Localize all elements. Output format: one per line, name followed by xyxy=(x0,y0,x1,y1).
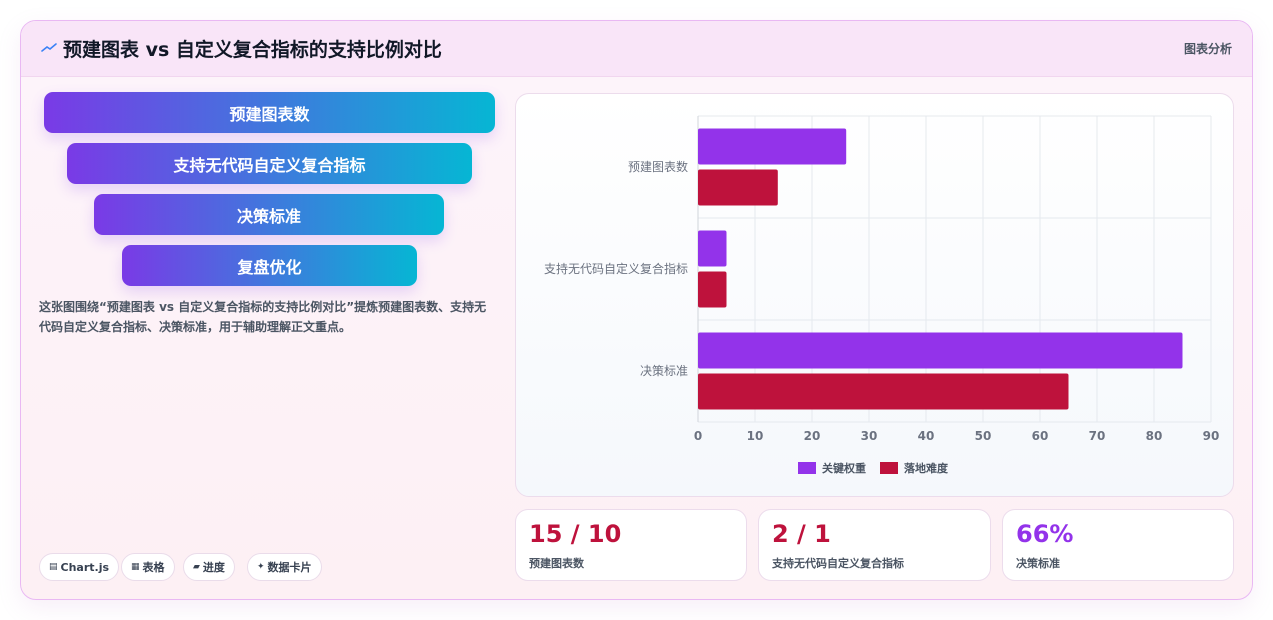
x-tick-label: 50 xyxy=(975,429,992,443)
x-tick-label: 60 xyxy=(1032,429,1049,443)
progress-icon: ▰ xyxy=(193,562,200,572)
x-tick-label: 20 xyxy=(804,429,821,443)
x-tick-label: 30 xyxy=(861,429,878,443)
card-header: 预建图表 vs 自定义复合指标的支持比例对比 图表分析 xyxy=(21,21,1252,77)
trend-line-icon xyxy=(41,43,57,52)
category-tick-label: 预建图表数 xyxy=(628,159,688,174)
chip-table[interactable]: ▦ 表格 xyxy=(121,553,175,581)
legend-swatch xyxy=(880,462,898,474)
chart-card: 预建图表数支持无代码自定义复合指标决策标准 0 10 20 30 40 50 60 70 80 90… xyxy=(515,93,1234,497)
chip-progress[interactable]: ▰ 进度 xyxy=(183,553,235,581)
x-tick-label: 80 xyxy=(1146,429,1163,443)
x-tick-label: 10 xyxy=(747,429,764,443)
bar-weight xyxy=(698,128,847,165)
dashboard-card: 预建图表 vs 自定义复合指标的支持比例对比 图表分析 预建图表数 支持无代码自… xyxy=(20,20,1253,600)
x-tick-label: 0 xyxy=(694,429,702,443)
category-tick-label: 支持无代码自定义复合指标 xyxy=(544,261,688,276)
chip-label: Chart.js xyxy=(60,560,110,574)
bar-difficulty xyxy=(698,169,778,206)
bar-difficulty xyxy=(698,373,1069,410)
bar-chart: 预建图表数支持无代码自定义复合指标决策标准 0 10 20 30 40 50 60 70 80 90… xyxy=(544,115,1220,475)
chart-icon: ▤ xyxy=(49,562,58,572)
funnel-step-2: 支持无代码自定义复合指标 xyxy=(67,143,472,184)
bar-difficulty xyxy=(698,271,727,308)
bar-weight xyxy=(698,230,727,267)
legend-label: 落地难度 xyxy=(904,461,949,475)
stat-label: 支持无代码自定义复合指标 xyxy=(772,557,904,570)
stat-value: 15 / 10 xyxy=(529,520,622,548)
table-icon: ▦ xyxy=(131,562,140,572)
chip-data-card[interactable]: ✦ 数据卡片 xyxy=(247,553,322,581)
funnel-step-1: 预建图表数 xyxy=(44,92,495,133)
x-tick-label: 40 xyxy=(918,429,935,443)
funnel-step-3: 决策标准 xyxy=(94,194,444,235)
legend-label: 关键权重 xyxy=(822,461,866,475)
bar-weight xyxy=(698,332,1183,369)
stat-card-3: 66% 决策标准 xyxy=(1002,509,1234,581)
category-tick-label: 决策标准 xyxy=(640,364,688,378)
chip-label: 进度 xyxy=(202,561,225,574)
x-tick-label: 70 xyxy=(1089,429,1106,443)
chip-chartjs[interactable]: ▤ Chart.js xyxy=(39,553,120,581)
stat-card-1: 15 / 10 预建图表数 xyxy=(515,509,747,581)
legend-swatch xyxy=(798,462,816,474)
stat-label: 决策标准 xyxy=(1016,557,1060,570)
page-title: 预建图表 vs 自定义复合指标的支持比例对比 xyxy=(63,39,442,61)
x-tick-label: 90 xyxy=(1203,429,1220,443)
sparkle-icon: ✦ xyxy=(257,562,265,572)
stat-value: 2 / 1 xyxy=(772,520,831,548)
stat-card-2: 2 / 1 支持无代码自定义复合指标 xyxy=(758,509,991,581)
chip-label: 数据卡片 xyxy=(267,561,312,574)
chip-label: 表格 xyxy=(142,561,165,574)
stat-value: 66% xyxy=(1016,520,1074,548)
funnel-step-4: 复盘优化 xyxy=(122,245,417,286)
chart-analysis-tag: 图表分析 xyxy=(1183,42,1232,56)
stat-label: 预建图表数 xyxy=(529,557,584,570)
description-text: 这张图围绕“预建图表 vs 自定义复合指标的支持比例对比”提炼预建图表数、支持无… xyxy=(39,300,487,334)
